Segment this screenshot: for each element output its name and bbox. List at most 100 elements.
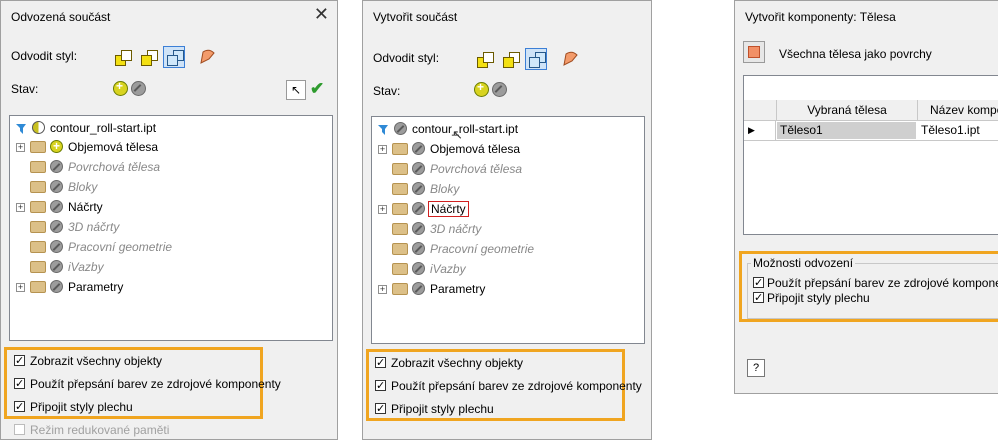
- style-solid-button[interactable]: [473, 48, 495, 70]
- style-surface-button[interactable]: [196, 46, 218, 68]
- tree-root-label: contour_roll-start.ipt: [50, 121, 157, 135]
- grid-corner: [744, 100, 777, 120]
- tree-node-label: Objemová tělesa: [430, 142, 521, 156]
- include-status-icon[interactable]: [474, 80, 489, 97]
- row-selector-icon[interactable]: ▶: [744, 121, 776, 140]
- tree-node-solids[interactable]: + Objemová tělesa: [372, 141, 642, 157]
- tree-node-imates[interactable]: iVazby: [10, 259, 330, 275]
- exclude-status-icon[interactable]: [50, 280, 63, 293]
- style-surface-button[interactable]: [559, 48, 581, 70]
- option-label: Použít přepsání barev ze zdrojové kompon…: [391, 379, 642, 393]
- grid-cell-name[interactable]: Těleso1.ipt: [918, 121, 998, 140]
- table-row[interactable]: ▶ Těleso1 Těleso1.ipt: [744, 121, 998, 141]
- exclude-status-icon[interactable]: [412, 222, 425, 235]
- exclude-status-icon[interactable]: [50, 160, 63, 173]
- folder-icon: [30, 221, 46, 233]
- option-label: Zobrazit všechny objekty: [30, 354, 163, 368]
- style-composite-button[interactable]: [525, 48, 547, 70]
- exclude-status-icon[interactable]: [412, 202, 425, 215]
- exclude-status-icon[interactable]: [50, 260, 63, 273]
- exclude-status-icon[interactable]: [50, 200, 63, 213]
- checkbox[interactable]: [14, 376, 25, 392]
- help-button[interactable]: ?: [747, 359, 765, 377]
- exclude-status-icon[interactable]: [50, 220, 63, 233]
- tree-node-label: Náčrty: [68, 200, 103, 214]
- expand-icon[interactable]: +: [16, 203, 25, 212]
- option-label: Připojit styly plechu: [30, 400, 133, 414]
- derive-style-label: Odvodit styl:: [373, 51, 440, 65]
- checkbox[interactable]: [375, 401, 386, 417]
- make-part-dialog: Vytvořit součást Odvodit styl: Stav: con…: [362, 0, 652, 440]
- expand-icon[interactable]: +: [16, 283, 25, 292]
- tree-node-label-boxed: Náčrty: [428, 201, 469, 217]
- tree-node-sketches[interactable]: + Náčrty: [10, 199, 330, 215]
- expand-icon[interactable]: +: [378, 145, 387, 154]
- exclude-status-icon[interactable]: [131, 81, 146, 96]
- derived-part-dialog: Odvozená součást ✕ Odvodit styl: Stav: ↖…: [0, 0, 338, 440]
- style-composite-button[interactable]: [163, 46, 185, 68]
- expand-icon[interactable]: +: [378, 205, 387, 214]
- exclude-status-icon[interactable]: [412, 242, 425, 255]
- grid-header-name[interactable]: Název kompon: [918, 100, 998, 120]
- checkbox[interactable]: [14, 399, 25, 415]
- derive-tree[interactable]: contour_roll-start.ipt + Objemová tělesa…: [371, 116, 645, 344]
- folder-icon: [30, 281, 46, 293]
- grid-header-bodies[interactable]: Vybraná tělesa: [777, 100, 918, 120]
- tree-node-blocks[interactable]: Bloky: [10, 179, 330, 195]
- group-title: Možnosti odvození: [751, 256, 856, 270]
- exclude-status-icon[interactable]: [50, 240, 63, 253]
- exclude-status-icon[interactable]: [412, 262, 425, 275]
- tree-root[interactable]: contour_roll-start.ipt: [372, 121, 642, 137]
- derive-tree[interactable]: contour_roll-start.ipt + Objemová tělesa…: [9, 115, 333, 341]
- checkbox[interactable]: [14, 353, 25, 369]
- checkbox[interactable]: [14, 424, 25, 435]
- tree-node-surfaces[interactable]: Povrchová tělesa: [10, 159, 330, 175]
- tree-node-work-geometry[interactable]: Pracovní geometrie: [372, 241, 642, 257]
- tree-node-surfaces[interactable]: Povrchová tělesa: [372, 161, 642, 177]
- tree-node-blocks[interactable]: Bloky: [372, 181, 642, 197]
- include-status-icon[interactable]: [113, 79, 128, 96]
- tree-node-3d-sketches[interactable]: 3D náčrty: [10, 219, 330, 235]
- tree-root[interactable]: contour_roll-start.ipt: [10, 120, 330, 136]
- close-icon[interactable]: ✕: [314, 4, 329, 25]
- include-status-icon[interactable]: [50, 138, 63, 154]
- style-merge-button[interactable]: [137, 46, 159, 68]
- tree-node-label: iVazby: [430, 262, 466, 276]
- expand-icon[interactable]: +: [16, 143, 25, 152]
- style-merge-button[interactable]: [499, 48, 521, 70]
- make-components-dialog: Vytvořit komponenty: Tělesa Všechna těle…: [734, 0, 998, 394]
- style-solid-button[interactable]: [111, 46, 133, 68]
- tree-node-label: iVazby: [68, 260, 104, 274]
- bodies-grid[interactable]: Vybraná tělesa Název kompon ▶ Těleso1 Tě…: [743, 75, 998, 235]
- exclude-status-icon[interactable]: [412, 142, 425, 155]
- expand-icon[interactable]: +: [378, 285, 387, 294]
- exclude-status-icon[interactable]: [412, 282, 425, 295]
- status-label: Stav:: [11, 82, 39, 96]
- option-label: Připojit styly plechu: [767, 291, 870, 305]
- exclude-status-icon[interactable]: [412, 162, 425, 175]
- checkbox[interactable]: [375, 378, 386, 394]
- checkbox[interactable]: [375, 355, 386, 371]
- exclude-status-icon[interactable]: [412, 182, 425, 195]
- exclude-status-icon[interactable]: [492, 82, 507, 97]
- all-bodies-surfaces-button[interactable]: [743, 41, 765, 63]
- tree-node-label: 3D náčrty: [430, 222, 482, 236]
- tree-node-sketches[interactable]: + Náčrty: [372, 201, 642, 217]
- tree-node-work-geometry[interactable]: Pracovní geometrie: [10, 239, 330, 255]
- select-pointer-button[interactable]: ↖: [286, 80, 306, 100]
- checkbox[interactable]: [753, 290, 764, 306]
- checkbox[interactable]: [753, 275, 764, 291]
- tree-node-parameters[interactable]: + Parametry: [10, 279, 330, 295]
- ok-check-icon[interactable]: ✔: [310, 80, 328, 98]
- tree-node-parameters[interactable]: + Parametry: [372, 281, 642, 297]
- grid-cell-body[interactable]: Těleso1: [777, 122, 916, 139]
- option-label: Režim redukované paměti: [30, 423, 170, 437]
- folder-icon: [30, 181, 46, 193]
- tree-root-label: contour_roll-start.ipt: [412, 122, 519, 136]
- tree-node-label: Objemová tělesa: [68, 140, 159, 154]
- tree-node-label: Parametry: [68, 280, 124, 294]
- tree-node-imates[interactable]: iVazby: [372, 261, 642, 277]
- tree-node-3d-sketches[interactable]: 3D náčrty: [372, 221, 642, 237]
- exclude-status-icon[interactable]: [50, 180, 63, 193]
- tree-node-solids[interactable]: + Objemová tělesa: [10, 138, 330, 155]
